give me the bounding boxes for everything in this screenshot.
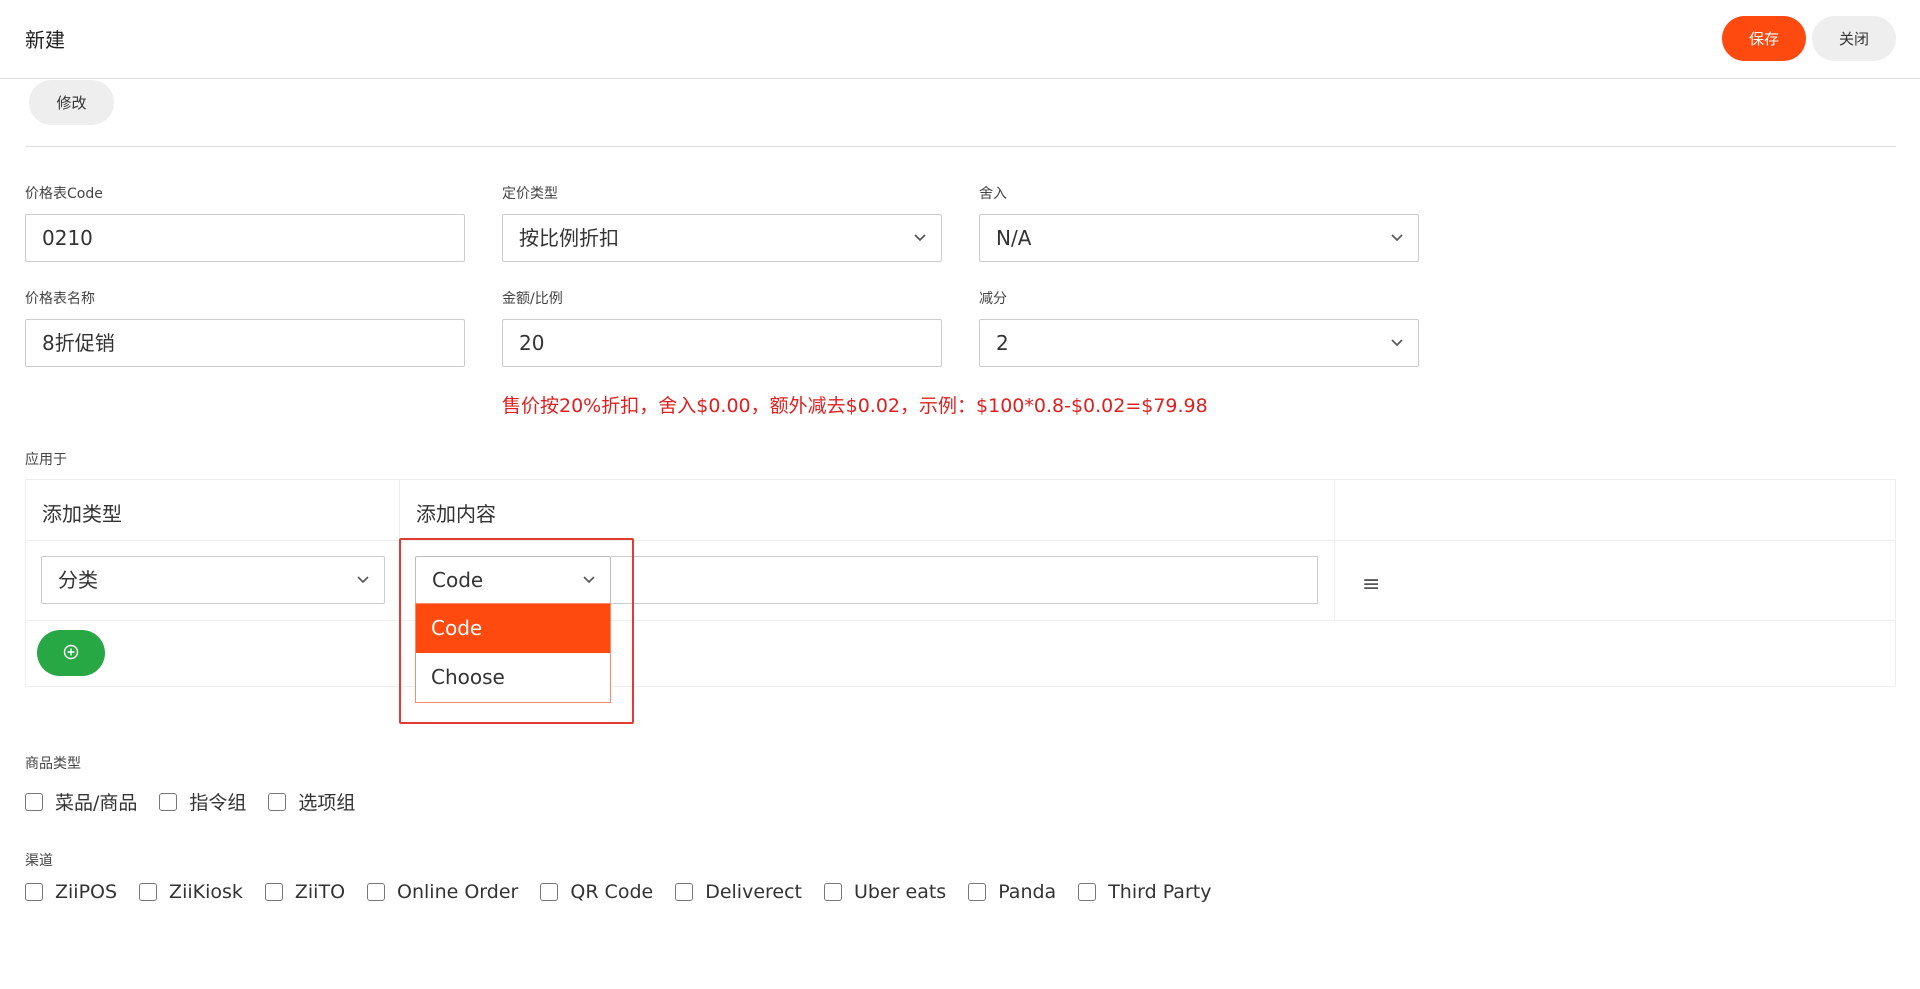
highlight-frame: [399, 538, 634, 724]
checkbox[interactable]: [25, 792, 43, 811]
checkbox-label: Third Party: [1108, 881, 1212, 903]
checkbox-label: Uber eats: [854, 881, 947, 903]
checkbox-label: 菜品/商品: [55, 792, 138, 814]
type-select-value: 分类: [58, 568, 98, 592]
type-select[interactable]: 分类: [41, 556, 385, 604]
checkbox[interactable]: [264, 883, 283, 901]
checkbox[interactable]: [1078, 883, 1097, 901]
pricing-type-select[interactable]: 按比例折扣: [502, 214, 942, 262]
channel-item[interactable]: QR Code: [540, 881, 653, 903]
checkbox-label: 指令组: [189, 792, 247, 814]
product-type-label: 商品类型: [25, 756, 81, 772]
checkbox[interactable]: [824, 883, 842, 901]
name-label: 价格表名称: [25, 291, 95, 307]
amount-input[interactable]: 20: [502, 319, 942, 367]
deduct-value: 2: [996, 331, 1009, 355]
code-label: 价格表Code: [25, 186, 103, 202]
name-input[interactable]: 8折促销: [25, 319, 465, 367]
drag-handle-icon[interactable]: ≡: [1362, 572, 1380, 597]
checkbox-label: Panda: [998, 881, 1057, 903]
column-divider: [1334, 480, 1335, 620]
amount-label: 金额/比例: [502, 291, 563, 307]
product-type-checkboxes: 菜品/商品 指令组 选项组: [25, 788, 377, 815]
product-type-item[interactable]: 菜品/商品: [25, 788, 137, 815]
checkbox[interactable]: [159, 792, 178, 811]
channel-item[interactable]: ZiiKiosk: [139, 881, 243, 903]
save-button[interactable]: 保存: [1722, 16, 1806, 61]
checkbox-label: Online Order: [397, 881, 519, 903]
chevron-down-icon: [1391, 339, 1403, 347]
header-divider: [26, 540, 1895, 541]
plus-circle-icon: [63, 644, 79, 659]
rounding-select[interactable]: N/A: [979, 214, 1419, 262]
pricing-type-value: 按比例折扣: [519, 226, 619, 250]
product-type-item[interactable]: 指令组: [159, 788, 246, 815]
checkbox-label: ZiiKiosk: [169, 881, 243, 903]
checkbox[interactable]: [968, 883, 987, 901]
rounding-label: 舍入: [979, 186, 1007, 202]
checkbox[interactable]: [367, 883, 386, 901]
row-divider: [26, 620, 1895, 621]
checkbox[interactable]: [268, 792, 287, 811]
product-type-item[interactable]: 选项组: [268, 788, 355, 815]
channel-checkboxes: ZiiPOS ZiiKiosk ZiiTO Online Order QR Co…: [25, 881, 1233, 903]
channel-item[interactable]: Third Party: [1078, 881, 1211, 903]
deduct-select[interactable]: 2: [979, 319, 1419, 367]
checkbox-label: ZiiPOS: [55, 881, 118, 903]
chevron-down-icon: [357, 576, 369, 584]
page-title: 新建: [25, 28, 65, 52]
chevron-down-icon: [1391, 234, 1403, 242]
channel-item[interactable]: Panda: [968, 881, 1056, 903]
channel-item[interactable]: Deliverect: [675, 881, 802, 903]
add-row-button[interactable]: [37, 630, 105, 676]
checkbox-label: Deliverect: [705, 881, 802, 903]
checkbox-label: QR Code: [570, 881, 654, 903]
checkbox-label: 选项组: [298, 792, 356, 814]
col-content-header: 添加内容: [416, 502, 496, 526]
content-input[interactable]: [611, 556, 1318, 604]
checkbox[interactable]: [139, 883, 158, 901]
pricing-hint: 售价按20%折扣，舍入$0.00，额外减去$0.02，示例：$100*0.8-$…: [502, 395, 1208, 417]
deduct-label: 减分: [979, 291, 1007, 307]
checkbox[interactable]: [25, 883, 43, 901]
divider: [25, 146, 1896, 147]
header-bar: 新建 保存 关闭: [0, 0, 1920, 79]
checkbox[interactable]: [540, 883, 559, 901]
channel-label: 渠道: [25, 853, 53, 869]
edit-button[interactable]: 修改: [29, 80, 114, 125]
checkbox[interactable]: [675, 883, 694, 901]
col-type-header: 添加类型: [42, 502, 122, 526]
channel-item[interactable]: ZiiPOS: [25, 881, 117, 903]
rounding-value: N/A: [996, 226, 1032, 250]
chevron-down-icon: [914, 234, 926, 242]
apply-to-label: 应用于: [25, 452, 67, 468]
close-button[interactable]: 关闭: [1812, 16, 1896, 61]
checkbox-label: ZiiTO: [294, 881, 346, 903]
code-input[interactable]: 0210: [25, 214, 465, 262]
pricing-type-label: 定价类型: [502, 186, 558, 202]
channel-item[interactable]: ZiiTO: [264, 881, 346, 903]
channel-item[interactable]: Uber eats: [824, 881, 946, 903]
channel-item[interactable]: Online Order: [367, 881, 518, 903]
